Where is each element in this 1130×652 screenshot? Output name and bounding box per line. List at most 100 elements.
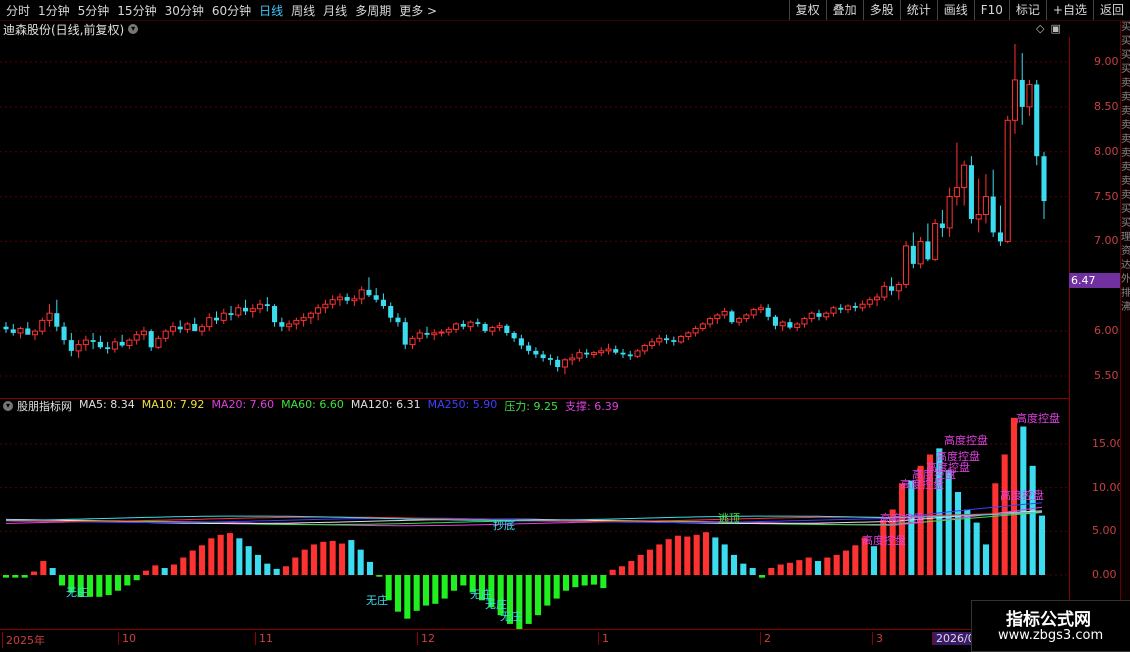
candle bbox=[576, 349, 583, 362]
indicator-bar bbox=[712, 537, 719, 575]
indicator-bar bbox=[954, 492, 962, 575]
time-label: 2025年 bbox=[2, 632, 45, 648]
watermark: 指标公式网 www.zbgs3.com bbox=[971, 600, 1130, 652]
indicator-chart[interactable]: 无庄无庄 无庄无庄无庄抄底逃顶高度控盘高度控盘高度控盘高度控盘高度控盘高度控盘高度… bbox=[0, 398, 1069, 629]
indicator-bar bbox=[105, 575, 112, 596]
candle bbox=[699, 322, 706, 332]
candle bbox=[518, 334, 524, 350]
time-label: 1 bbox=[598, 632, 609, 645]
sidebar-signal: 沸 bbox=[1121, 302, 1130, 313]
indicator-bar bbox=[721, 544, 728, 575]
indicator-bar bbox=[880, 519, 887, 575]
candle bbox=[460, 320, 466, 330]
window-icon[interactable]: ▣ bbox=[1050, 22, 1060, 35]
toolbar-button-0[interactable]: 复权 bbox=[788, 0, 826, 20]
toolbar-button-4[interactable]: 画线 bbox=[936, 0, 974, 20]
tab-period-6[interactable]: 日线 bbox=[255, 2, 287, 19]
candle bbox=[648, 338, 656, 350]
indicator-bar bbox=[301, 549, 308, 575]
indicator-bar bbox=[693, 534, 700, 575]
sidebar-signal: 资 bbox=[1121, 246, 1130, 257]
chevron-down-icon[interactable]: ▾ bbox=[128, 24, 139, 34]
indicator-bar bbox=[1001, 454, 1008, 575]
candle bbox=[910, 232, 916, 269]
indicator-tick: 10.00 bbox=[1092, 480, 1124, 494]
signal-annotation: 高度控盘 bbox=[936, 449, 980, 463]
sidebar-signal: 卖 bbox=[1121, 106, 1130, 117]
price-tick: 7.00 bbox=[1094, 234, 1119, 248]
tab-period-5[interactable]: 60分钟 bbox=[208, 2, 255, 19]
sidebar-signal: 达 bbox=[1121, 260, 1130, 271]
signal-annotation: 高度控盘 bbox=[1016, 411, 1060, 425]
indicator-bar bbox=[814, 561, 822, 575]
tab-period-7[interactable]: 周线 bbox=[287, 2, 319, 19]
toolbar-button-8[interactable]: 返回 bbox=[1092, 0, 1130, 20]
candle bbox=[155, 335, 162, 350]
tab-period-1[interactable]: 1分钟 bbox=[34, 2, 74, 19]
candle bbox=[561, 358, 568, 375]
candle bbox=[671, 336, 677, 346]
candle bbox=[721, 307, 728, 319]
candle bbox=[126, 338, 133, 350]
candle bbox=[286, 320, 293, 332]
candle bbox=[351, 295, 358, 307]
indicator-tick: 0.00 bbox=[1092, 568, 1117, 581]
candle bbox=[729, 309, 735, 324]
indicator-bar bbox=[749, 568, 756, 575]
diamond-icon[interactable]: ◇ bbox=[1036, 22, 1044, 35]
candle bbox=[119, 334, 125, 348]
candle bbox=[736, 316, 743, 326]
candle bbox=[46, 304, 53, 327]
candle bbox=[641, 343, 648, 355]
candle bbox=[39, 317, 46, 335]
candle bbox=[678, 334, 685, 344]
candle bbox=[779, 320, 786, 332]
candle bbox=[409, 335, 416, 350]
candle bbox=[808, 311, 815, 323]
tab-period-0[interactable]: 分时 bbox=[2, 2, 34, 19]
tab-period-4[interactable]: 30分钟 bbox=[161, 2, 208, 19]
indicator-bar bbox=[730, 554, 738, 575]
candle bbox=[1026, 79, 1033, 116]
sidebar-signal: 卖 bbox=[1121, 134, 1130, 145]
indicator-bar bbox=[114, 575, 122, 591]
candle bbox=[220, 308, 227, 324]
indicator-bar bbox=[441, 575, 448, 599]
tab-period-9[interactable]: 多周期 bbox=[351, 2, 395, 19]
chart-title-bar: 迪森股份(日线,前复权) ▾ bbox=[0, 21, 139, 37]
candle bbox=[264, 297, 270, 312]
candle bbox=[889, 277, 895, 296]
indicator-tick: 5.00 bbox=[1092, 524, 1117, 538]
indicator-bar bbox=[460, 575, 467, 586]
candle bbox=[235, 304, 242, 318]
indicator-bar bbox=[702, 532, 710, 575]
toolbar-button-5[interactable]: F10 bbox=[973, 0, 1009, 20]
toolbar-button-7[interactable]: +自选 bbox=[1045, 0, 1093, 20]
candle bbox=[206, 313, 213, 332]
indicator-bar bbox=[2, 575, 10, 578]
tab-period-3[interactable]: 15分钟 bbox=[113, 2, 160, 19]
indicator-bar bbox=[161, 568, 168, 575]
candle bbox=[445, 326, 452, 336]
candlestick-chart[interactable] bbox=[0, 37, 1069, 397]
toolbar-button-2[interactable]: 多股 bbox=[862, 0, 900, 20]
candle bbox=[1004, 115, 1011, 244]
indicator-bar bbox=[590, 575, 598, 585]
indicator-bar bbox=[133, 575, 140, 581]
tab-period-2[interactable]: 5分钟 bbox=[74, 2, 114, 19]
candle bbox=[329, 295, 336, 309]
toolbar-button-6[interactable]: 标记 bbox=[1008, 0, 1046, 20]
candle bbox=[489, 325, 496, 336]
tab-period-8[interactable]: 月线 bbox=[319, 2, 351, 19]
toolbar-actions: 复权 叠加 多股 统计 画线 F10 标记 +自选 返回 bbox=[788, 0, 1130, 20]
indicator-bar bbox=[21, 575, 28, 578]
candle bbox=[917, 236, 924, 269]
toolbar-button-3[interactable]: 统计 bbox=[899, 0, 937, 20]
indicator-bar bbox=[310, 544, 318, 575]
candle bbox=[25, 322, 31, 335]
tab-period-10[interactable]: 更多 > bbox=[395, 2, 441, 19]
candle bbox=[424, 326, 430, 339]
indicator-bar bbox=[170, 564, 178, 575]
candle bbox=[272, 304, 278, 327]
toolbar-button-1[interactable]: 叠加 bbox=[825, 0, 863, 20]
